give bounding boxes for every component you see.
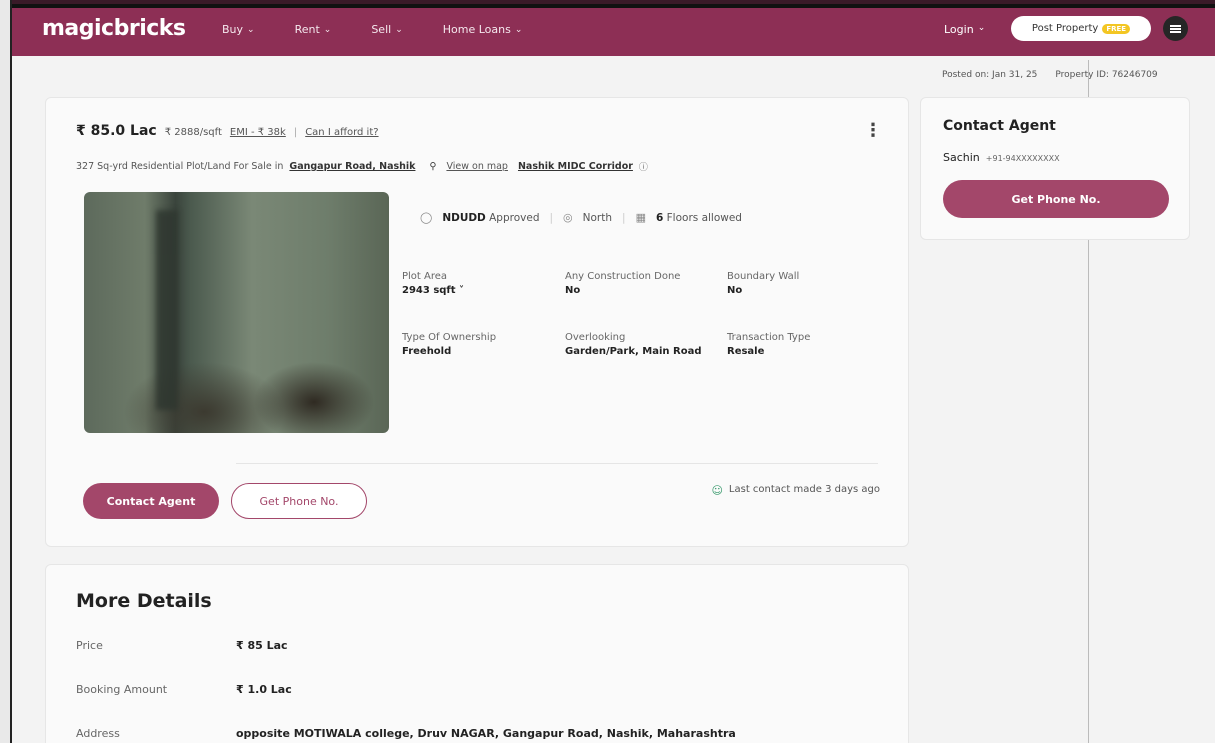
- approval-badge: NDUDD Approved: [442, 212, 539, 224]
- floors-count: 6: [655, 211, 664, 224]
- attr-overlooking: Overlooking Garden/Park, Main Road: [565, 331, 715, 359]
- nav-rent-label: Rent: [294, 23, 320, 36]
- price-row: ₹ 85.0 Lac ₹ 2888/sqft EMI - ₹ 38k | Can…: [76, 123, 379, 139]
- post-property-label: Post Property: [1031, 23, 1099, 34]
- last-contact-text: Last contact made 3 days ago: [728, 484, 880, 495]
- nav-sell[interactable]: Sell ⌄: [371, 23, 402, 36]
- header-top-border: [12, 4, 1215, 8]
- price: ₹ 85.0 Lac: [76, 123, 157, 139]
- user-icon: ☺: [711, 484, 723, 497]
- listing-description: 327 Sq-yrd Residential Plot/Land For Sal…: [76, 161, 284, 172]
- building-icon: ▦: [635, 211, 646, 224]
- approval-authority: NDUDD: [442, 211, 486, 224]
- divider: [236, 463, 878, 464]
- listing-subtitle: 327 Sq-yrd Residential Plot/Land For Sal…: [76, 160, 648, 173]
- detail-value: ₹ 1.0 Lac: [236, 683, 292, 696]
- attr-label: Transaction Type: [727, 332, 811, 343]
- facing-badge: North: [582, 211, 613, 224]
- agent-phone: +91-94XXXXXXXX: [985, 154, 1060, 163]
- hamburger-menu-icon[interactable]: [1163, 16, 1188, 41]
- nav-home-loans[interactable]: Home Loans ⌄: [443, 23, 523, 36]
- agent-info: Sachin +91-94XXXXXXXX: [943, 151, 1060, 164]
- attr-value: No: [727, 285, 743, 296]
- detail-label: Booking Amount: [76, 683, 168, 696]
- view-on-map-link[interactable]: View on map: [446, 161, 508, 172]
- last-contact-info: ☺ Last contact made 3 days ago: [711, 484, 880, 497]
- shield-check-icon: ◯: [420, 211, 433, 224]
- more-options-icon[interactable]: ⋮: [864, 120, 882, 141]
- listing-card: ₹ 85.0 Lac ₹ 2888/sqft EMI - ₹ 38k | Can…: [45, 97, 909, 547]
- contact-agent-card: Contact Agent Sachin +91-94XXXXXXXX Get …: [920, 97, 1190, 240]
- detail-row-price: Price ₹ 85 Lac: [76, 639, 288, 652]
- main-nav: Buy ⌄ Rent ⌄ Sell ⌄ Home Loans ⌄: [222, 23, 562, 36]
- attr-label: Any Construction Done: [565, 271, 681, 282]
- detail-label: Address: [76, 727, 120, 740]
- location-link[interactable]: Gangapur Road, Nashik: [289, 161, 415, 172]
- chevron-down-icon: ⌄: [247, 24, 255, 35]
- attr-construction: Any Construction Done No: [565, 270, 680, 298]
- attr-boundary-wall: Boundary Wall No: [727, 270, 799, 298]
- attr-value: No: [565, 285, 581, 296]
- sidebar-get-phone-button[interactable]: Get Phone No.: [943, 180, 1169, 218]
- floors-text: Floors allowed: [666, 211, 742, 224]
- nav-sell-label: Sell: [371, 23, 392, 36]
- page-frame: magicbricks Buy ⌄ Rent ⌄ Sell ⌄ Home Loans ⌄…: [10, 0, 1215, 743]
- login-button[interactable]: Login ⌄: [944, 23, 985, 36]
- photo-content: [156, 210, 178, 410]
- property-photo[interactable]: [84, 192, 389, 433]
- attr-value: 2943 sqft ˅: [402, 285, 465, 296]
- attr-transaction: Transaction Type Resale: [727, 331, 810, 359]
- chevron-down-icon: ⌄: [323, 24, 332, 35]
- nav-home-loans-label: Home Loans: [442, 23, 511, 36]
- more-details-title: More Details: [76, 590, 212, 612]
- free-badge: FREE: [1102, 23, 1131, 34]
- contact-card-title: Contact Agent: [943, 118, 1056, 134]
- attr-plot-area[interactable]: Plot Area 2943 sqft ˅: [402, 270, 464, 298]
- afford-link[interactable]: Can I afford it?: [305, 127, 378, 138]
- attr-label: Type Of Ownership: [402, 332, 497, 343]
- attr-ownership: Type Of Ownership Freehold: [402, 331, 496, 359]
- nav-buy[interactable]: Buy ⌄: [222, 23, 255, 36]
- emi-link[interactable]: EMI - ₹ 38k: [230, 127, 286, 138]
- nav-buy-label: Buy: [222, 23, 244, 36]
- property-id: Property ID: 76246709: [1055, 70, 1158, 80]
- attr-label: Plot Area: [402, 271, 448, 282]
- info-icon[interactable]: ⓘ: [639, 160, 648, 173]
- detail-row-booking: Booking Amount ₹ 1.0 Lac: [76, 683, 292, 696]
- attr-value: Resale: [727, 346, 765, 357]
- compass-icon: ◎: [563, 211, 573, 224]
- contact-agent-button[interactable]: Contact Agent: [83, 483, 219, 519]
- feature-badges: ◯ NDUDD Approved | ◎ North | ▦ 6 Floors …: [420, 211, 742, 224]
- floors-badge: 6 Floors allowed: [656, 212, 742, 224]
- login-label: Login: [944, 23, 974, 36]
- listing-meta: Posted on: Jan 31, 25 Property ID: 76246…: [942, 70, 1158, 80]
- agent-name: Sachin: [943, 151, 980, 164]
- map-pin-icon: ⚲: [429, 161, 437, 172]
- attr-label: Overlooking: [565, 332, 626, 343]
- price-per-sqft: ₹ 2888/sqft: [164, 127, 222, 138]
- site-logo[interactable]: magicbricks: [42, 16, 186, 41]
- top-header: magicbricks Buy ⌄ Rent ⌄ Sell ⌄ Home Loans ⌄…: [12, 0, 1215, 56]
- chevron-down-icon: ⌄: [514, 24, 523, 35]
- nav-rent[interactable]: Rent ⌄: [295, 23, 332, 36]
- get-phone-button[interactable]: Get Phone No.: [231, 483, 367, 519]
- more-details-card: More Details Price ₹ 85 Lac Booking Amou…: [45, 564, 909, 743]
- attr-value: Garden/Park, Main Road: [565, 346, 702, 357]
- separator: |: [549, 211, 554, 224]
- post-property-button[interactable]: Post Property FREE: [1011, 16, 1151, 41]
- chevron-down-icon: ⌄: [977, 23, 986, 33]
- detail-value: ₹ 85 Lac: [236, 639, 288, 652]
- separator: |: [622, 211, 626, 224]
- detail-label: Price: [76, 639, 103, 652]
- attr-label: Boundary Wall: [727, 271, 800, 282]
- separator: |: [293, 127, 298, 138]
- chevron-down-icon: ⌄: [395, 24, 403, 35]
- corridor-link[interactable]: Nashik MIDC Corridor: [518, 161, 633, 172]
- detail-row-address: Address opposite MOTIWALA college, Druv …: [76, 727, 736, 740]
- approval-text: Approved: [489, 211, 540, 224]
- detail-value: opposite MOTIWALA college, Druv NAGAR, G…: [236, 727, 736, 740]
- attr-value: Freehold: [402, 346, 452, 357]
- posted-date: Posted on: Jan 31, 25: [942, 70, 1038, 80]
